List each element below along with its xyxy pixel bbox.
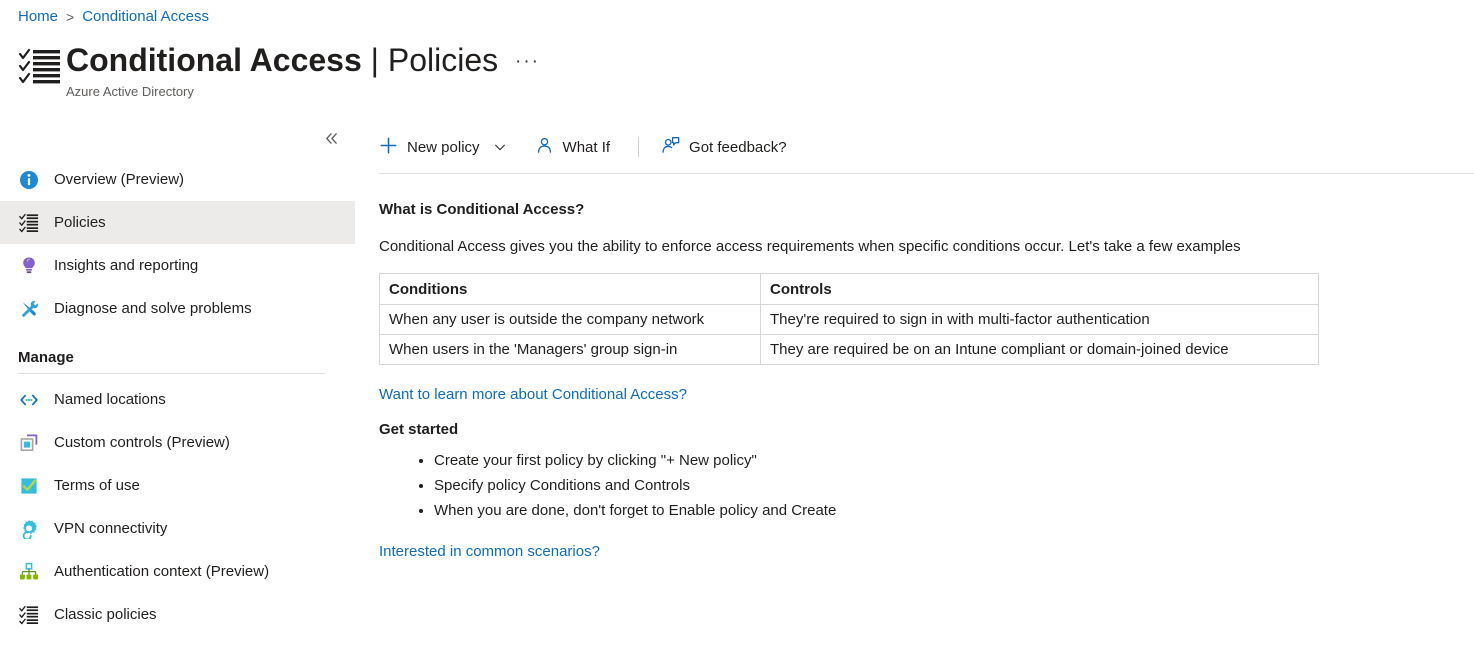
sidebar-section-divider <box>18 373 325 374</box>
get-started-steps-list: Create your first policy by clicking "+ … <box>379 452 1474 519</box>
sidebar-item-overview[interactable]: Overview (Preview) <box>0 158 355 201</box>
breadcrumb: Home > Conditional Access <box>18 8 209 25</box>
sidebar-item-classic-policies[interactable]: Classic policies <box>0 593 355 636</box>
table-cell-condition: When users in the 'Managers' group sign-… <box>379 334 761 365</box>
lightbulb-icon <box>18 255 40 277</box>
checklist-icon <box>18 48 62 94</box>
command-toolbar: New policy What If Got feedback? <box>379 128 1474 166</box>
sidebar-item-label: Classic policies <box>54 606 157 623</box>
list-item: Create your first policy by clicking "+ … <box>434 452 1474 469</box>
table-cell-condition: When any user is outside the company net… <box>379 304 761 335</box>
layers-square-icon <box>18 432 40 454</box>
sidebar-item-label: Insights and reporting <box>54 257 199 274</box>
list-item: When you are done, don't forget to Enabl… <box>434 502 1474 519</box>
breadcrumb-home[interactable]: Home <box>18 8 58 25</box>
sidebar: Overview (Preview) Policies Insights and… <box>0 125 360 646</box>
page-title: Conditional Access | Policies <box>66 40 498 80</box>
page-title-separator: | <box>370 42 379 78</box>
what-if-button[interactable]: What If <box>535 133 617 162</box>
table-header-row: Conditions Controls <box>379 273 1319 305</box>
sidebar-item-insights-and-reporting[interactable]: Insights and reporting <box>0 244 355 287</box>
checkbox-check-icon <box>18 475 40 497</box>
conditions-controls-table: Conditions Controls When any user is out… <box>379 273 1319 365</box>
page-header: Conditional Access | Policies Azure Acti… <box>18 40 498 99</box>
chevron-double-left-icon <box>325 132 337 144</box>
person-feedback-icon <box>661 136 680 159</box>
table-cell-control: They're required to sign in with multi-f… <box>760 304 1319 335</box>
learn-more-link[interactable]: Want to learn more about Conditional Acc… <box>379 386 687 403</box>
sidebar-item-diagnose-and-solve-problems[interactable]: Diagnose and solve problems <box>0 287 355 330</box>
sidebar-item-authentication-context[interactable]: Authentication context (Preview) <box>0 550 355 593</box>
sidebar-item-label: Custom controls (Preview) <box>54 434 230 451</box>
breadcrumb-separator-icon: > <box>66 8 75 25</box>
common-scenarios-link[interactable]: Interested in common scenarios? <box>379 543 600 560</box>
section-description: Conditional Access gives you the ability… <box>379 238 1241 255</box>
chevron-down-icon[interactable] <box>493 140 507 154</box>
list-item: Specify policy Conditions and Controls <box>434 477 1474 494</box>
sidebar-item-terms-of-use[interactable]: Terms of use <box>0 464 355 507</box>
breadcrumb-conditional-access[interactable]: Conditional Access <box>82 8 209 25</box>
hierarchy-tree-icon <box>18 561 40 583</box>
sidebar-item-named-locations[interactable]: Named locations <box>0 378 355 421</box>
sidebar-item-label: VPN connectivity <box>54 520 168 537</box>
person-icon <box>535 136 554 159</box>
toolbar-bottom-border <box>379 173 1474 174</box>
table-row: When any user is outside the company net… <box>379 304 1319 335</box>
got-feedback-label: Got feedback? <box>689 138 787 156</box>
sidebar-item-label: Named locations <box>54 391 166 408</box>
checklist-icon <box>18 604 40 626</box>
plus-icon <box>379 136 398 159</box>
wrench-screwdriver-icon <box>18 298 40 320</box>
table-row: When users in the 'Managers' group sign-… <box>379 334 1319 365</box>
table-header-conditions: Conditions <box>379 273 761 305</box>
page-title-main: Conditional Access <box>66 42 362 78</box>
new-policy-button[interactable]: New policy <box>379 133 513 162</box>
conditional-access-page: Home > Conditional Access Conditional Ac… <box>0 0 1474 646</box>
table-cell-control: They are required be on an Intune compli… <box>760 334 1319 365</box>
page-subtitle: Azure Active Directory <box>66 84 194 99</box>
code-brackets-icon <box>18 389 40 411</box>
info-circle-icon <box>18 169 40 191</box>
main-content: New policy What If Got feedback? What is… <box>379 128 1474 561</box>
table-header-controls: Controls <box>760 273 1319 305</box>
sidebar-item-vpn-connectivity[interactable]: VPN connectivity <box>0 507 355 550</box>
sidebar-item-custom-controls[interactable]: Custom controls (Preview) <box>0 421 355 464</box>
sidebar-section-manage-title: Manage <box>18 349 74 366</box>
new-policy-label: New policy <box>407 138 480 156</box>
collapse-sidebar-button[interactable] <box>320 127 342 149</box>
sidebar-item-policies[interactable]: Policies <box>0 201 355 244</box>
gear-icon <box>18 518 40 540</box>
page-title-section: Policies <box>387 42 499 78</box>
sidebar-item-label: Diagnose and solve problems <box>54 300 252 317</box>
got-feedback-button[interactable]: Got feedback? <box>661 133 793 162</box>
section-heading-get-started: Get started <box>379 421 459 438</box>
toolbar-divider <box>638 137 640 157</box>
sidebar-item-label: Overview (Preview) <box>54 171 185 188</box>
what-if-label: What If <box>562 138 611 156</box>
sidebar-item-label: Authentication context (Preview) <box>54 563 270 580</box>
sidebar-nav-list: Overview (Preview) Policies Insights and… <box>0 158 355 636</box>
sidebar-item-label: Terms of use <box>54 477 140 494</box>
more-options-button[interactable]: ··· <box>515 52 540 71</box>
sidebar-item-label: Policies <box>54 214 106 231</box>
checklist-icon <box>18 212 40 234</box>
section-heading-what-is: What is Conditional Access? <box>379 201 585 218</box>
